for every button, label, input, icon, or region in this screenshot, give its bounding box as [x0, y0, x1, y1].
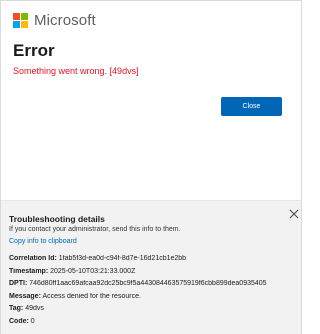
detail-value: 49dvs: [25, 305, 44, 312]
copy-info-link[interactable]: Copy info to clipboard: [9, 238, 77, 245]
detail-row-timestamp: Timestamp: 2025-05-10T03:21:33.000Z: [9, 268, 297, 281]
logo-square-green: [21, 13, 28, 20]
microsoft-logo-icon: [13, 13, 28, 28]
detail-key: DPTI:: [9, 280, 28, 287]
detail-key: Tag:: [9, 305, 24, 312]
error-dialog: Microsoft Error Something went wrong. [4…: [0, 0, 302, 334]
detail-value: 746d80ff1aac69afcaa92dc25bc9f5a443084463…: [29, 280, 267, 287]
detail-row-correlation-id: Correlation Id: 1fab5f3d-ea0d-c94f-8d7e-…: [9, 255, 297, 268]
detail-value: 0: [30, 317, 35, 325]
troubleshooting-subtitle: If you contact your administrator, send …: [9, 226, 181, 233]
logo-square-blue: [13, 21, 20, 28]
details-list: Correlation Id: 1fab5f3d-ea0d-c94f-8d7e-…: [9, 255, 297, 330]
detail-row-message: Message: Access denied for the resource.: [9, 293, 297, 306]
header: Microsoft: [13, 12, 96, 29]
brand-name: Microsoft: [34, 12, 96, 29]
detail-value: Access denied for the resource.: [42, 292, 141, 300]
detail-key: Correlation Id:: [9, 255, 57, 262]
detail-row-code: Code: 0: [9, 318, 297, 331]
logo-square-red: [13, 13, 20, 20]
detail-key: Timestamp:: [9, 267, 49, 275]
detail-key: Code:: [9, 317, 29, 325]
close-button[interactable]: Close: [221, 97, 282, 116]
detail-row-tag: Tag: 49dvs: [9, 305, 297, 318]
troubleshooting-title: Troubleshooting details: [9, 214, 105, 224]
detail-value: 2025-05-10T03:21:33.000Z: [50, 267, 136, 275]
logo-square-yellow: [21, 21, 28, 28]
close-icon[interactable]: [288, 208, 300, 220]
detail-row-dpti: DPTI: 746d80ff1aac69afcaa92dc25bc9f5a443…: [9, 280, 297, 293]
page-title: Error: [13, 41, 55, 60]
detail-key: Message:: [9, 292, 41, 300]
error-message: Something went wrong. [49dvs]: [13, 66, 139, 76]
detail-value: 1fab5f3d-ea0d-c94f-8d7e-16d21cb1e2bb: [58, 255, 187, 262]
troubleshooting-panel: Troubleshooting details If you contact y…: [1, 200, 301, 334]
